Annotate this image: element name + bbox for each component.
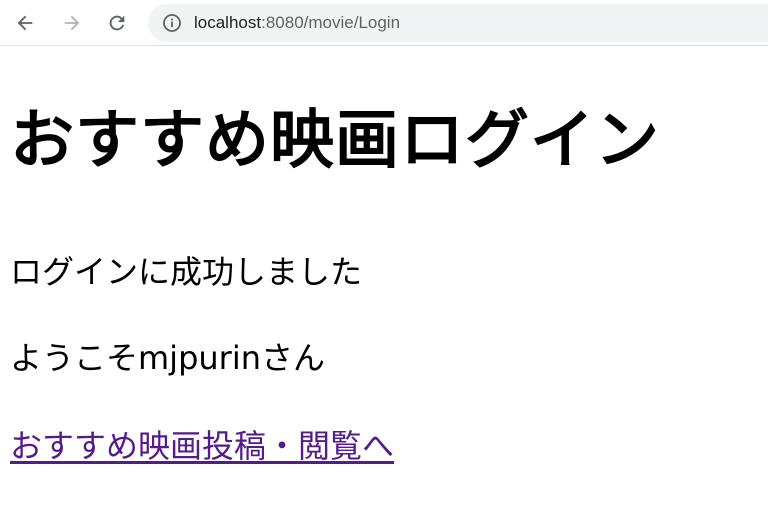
- page-content: おすすめ映画ログイン ログインに成功しました ようこそmjpurinさん おすす…: [0, 46, 768, 515]
- browser-toolbar: localhost:8080/movie/Login: [0, 0, 768, 46]
- page-title: おすすめ映画ログイン: [10, 104, 660, 178]
- login-success-message: ログインに成功しました: [10, 253, 363, 291]
- back-button[interactable]: [11, 9, 39, 37]
- url-host: localhost: [194, 13, 262, 32]
- info-icon[interactable]: [162, 13, 182, 33]
- arrow-right-icon: [64, 15, 80, 31]
- reload-button[interactable]: [103, 9, 131, 37]
- address-bar[interactable]: localhost:8080/movie/Login: [148, 4, 768, 42]
- reload-icon: [109, 15, 125, 31]
- url-text[interactable]: localhost:8080/movie/Login: [194, 13, 400, 33]
- welcome-message: ようこそmjpurinさん: [10, 339, 325, 377]
- url-path: :8080/movie/Login: [261, 13, 401, 32]
- arrow-left-icon: [17, 15, 33, 31]
- movie-post-view-link[interactable]: おすすめ映画投稿・閲覧へ: [10, 426, 394, 466]
- forward-button[interactable]: [58, 9, 86, 37]
